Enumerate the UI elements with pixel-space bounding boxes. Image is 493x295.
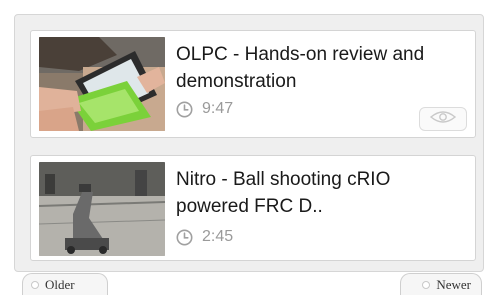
- older-button[interactable]: Older: [22, 273, 108, 295]
- radio-dot-icon: [31, 280, 39, 289]
- video-title[interactable]: OLPC - Hands-on review and demonstration: [176, 41, 468, 95]
- clock-icon: [176, 101, 193, 118]
- watch-button[interactable]: [419, 107, 467, 131]
- duration-text: 9:47: [202, 100, 234, 117]
- video-card-nitro[interactable]: Nitro - Ball shooting cRIO powered FRC D…: [30, 155, 476, 261]
- duration-text: 2:45: [202, 228, 234, 245]
- eye-icon: [429, 110, 457, 129]
- video-card-olpc[interactable]: OLPC - Hands-on review and demonstration…: [30, 30, 476, 138]
- video-thumbnail-nitro[interactable]: [39, 162, 165, 256]
- older-label: Older: [45, 276, 75, 292]
- clock-icon: [176, 229, 193, 246]
- radio-dot-icon: [422, 280, 431, 289]
- video-thumbnail-olpc[interactable]: [39, 37, 165, 131]
- newer-button[interactable]: Newer: [400, 273, 482, 295]
- video-title[interactable]: Nitro - Ball shooting cRIO powered FRC D…: [176, 166, 468, 220]
- video-duration: 9:47: [176, 100, 233, 118]
- newer-label: Newer: [436, 276, 471, 292]
- video-duration: 2:45: [176, 228, 233, 246]
